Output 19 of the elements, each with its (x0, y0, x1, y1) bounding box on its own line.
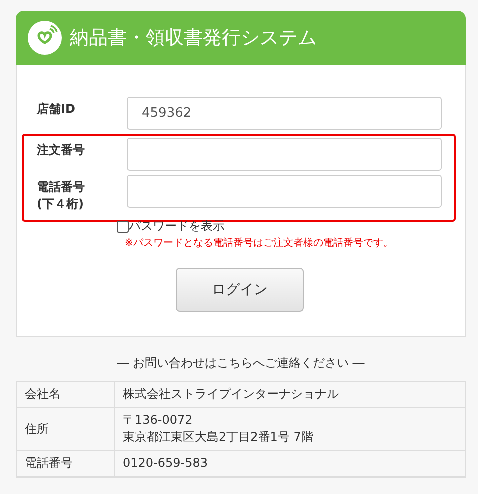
checkbox[interactable] (117, 220, 129, 232)
table-cell: 株式会社ストライプインターナショナル (115, 382, 465, 408)
input-field[interactable] (127, 138, 442, 171)
heart-logo-icon (28, 21, 62, 55)
app-title: 納品書・領収書発行システム (70, 26, 317, 51)
field-label: 電話番号 (下４桁) (37, 179, 86, 213)
input-field[interactable]: 459362 (127, 97, 442, 130)
table-cell: 0120-659-583 (115, 451, 465, 477)
table-cell: 住所 (17, 408, 115, 451)
input-field[interactable] (127, 175, 442, 208)
table-cell: 電話番号 (17, 451, 115, 477)
password-note: ※パスワードとなる電話番号はご注文者様の電話番号です。 (125, 236, 394, 250)
table-cell: 〒136-0072 東京都江東区大島2丁目2番1号 7階 (115, 408, 465, 451)
field-label: 注文番号 (37, 142, 86, 159)
field-label: 店舗ID (37, 101, 76, 118)
contact-heading: ― お問い合わせはこちらへご連絡ください ― (117, 356, 365, 370)
checkbox-label: パスワードを表示 (129, 219, 225, 234)
login-button[interactable]: ログイン (176, 268, 304, 312)
table-cell: 会社名 (17, 382, 115, 408)
